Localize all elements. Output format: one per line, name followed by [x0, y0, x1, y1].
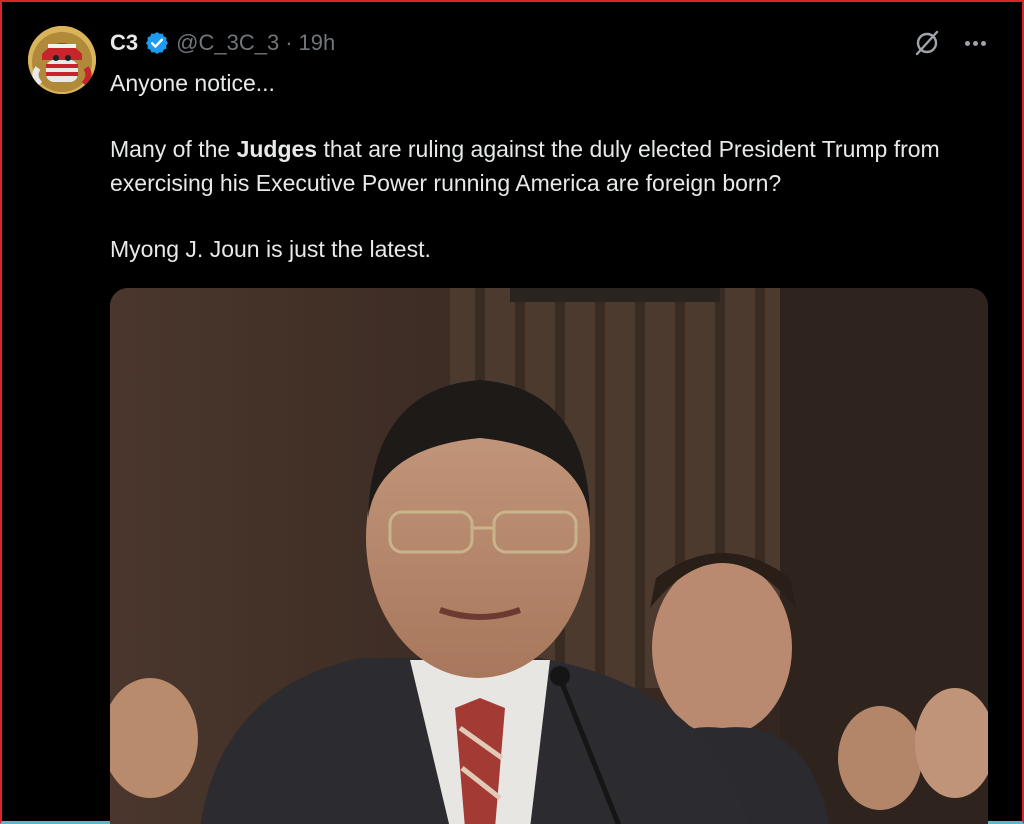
- grok-icon[interactable]: [912, 28, 942, 58]
- tweet-photo[interactable]: [110, 288, 988, 824]
- separator-dot: ·: [285, 30, 293, 55]
- tweet-header: C3 @C_3C_3 · 19h: [110, 28, 335, 58]
- tweet-bold-keyword: Judges: [236, 136, 318, 162]
- author-handle[interactable]: @C_3C_3: [176, 30, 279, 56]
- avatar[interactable]: [28, 26, 96, 94]
- tweet-paragraph-2: Many of the Judges that are ruling again…: [110, 132, 1000, 200]
- tweet-text-segment: Many of the: [110, 136, 237, 162]
- tweet-line-1: Anyone notice...: [110, 70, 275, 96]
- more-icon[interactable]: [960, 28, 990, 58]
- author-name[interactable]: C3: [110, 30, 138, 56]
- more-dot: [972, 40, 978, 46]
- verified-badge-icon[interactable]: [144, 30, 170, 56]
- tweet-line-3: Myong J. Joun is just the latest.: [110, 236, 431, 262]
- more-dot: [980, 40, 986, 46]
- timestamp[interactable]: 19h: [299, 30, 336, 56]
- more-dot: [964, 40, 970, 46]
- tweet-text: Anyone notice... Many of the Judges that…: [110, 66, 1000, 266]
